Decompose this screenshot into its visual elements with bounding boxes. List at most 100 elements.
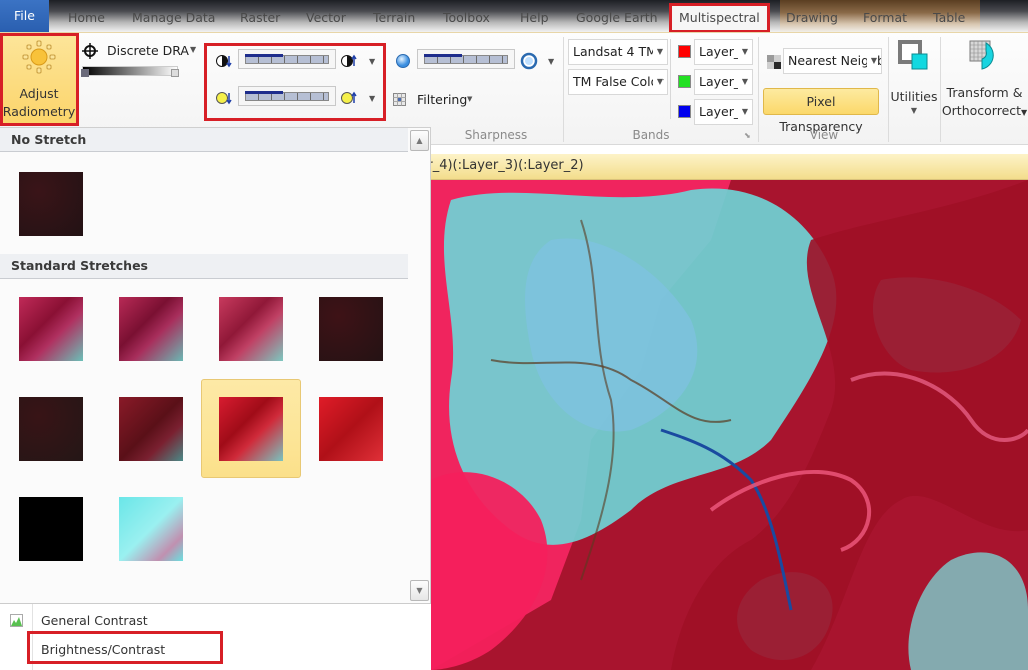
brightness-slider[interactable] (238, 86, 336, 106)
band-combination-dropdown[interactable]: TM False Color ▼ (568, 69, 668, 95)
sharpness-slider-fill (424, 54, 462, 57)
thumb-stretch-4[interactable] (319, 297, 383, 361)
contrast-options-arrow[interactable]: ▼ (369, 57, 375, 66)
blue-channel-swatch (678, 105, 691, 118)
gallery-scroll-down-button[interactable]: ▼ (410, 580, 429, 601)
filtering-button[interactable]: Filtering ▼ (393, 91, 503, 109)
thumb-stretch-7[interactable] (219, 397, 283, 461)
utilities-button[interactable]: Utilities ▼ (890, 35, 938, 125)
tab-help[interactable]: Help (520, 8, 549, 30)
viewer-layer-title: (:Layer_4)(:Layer_3)(:Layer_2) (431, 158, 584, 173)
tab-multispectral[interactable]: Multispectral (669, 3, 770, 33)
sun-icon (22, 40, 56, 74)
contrast-increase-icon[interactable] (341, 53, 357, 69)
tab-terrain[interactable]: Terrain (373, 8, 415, 30)
thumb-stretch-9[interactable] (19, 497, 83, 561)
group-divider (758, 37, 759, 142)
contrast-slider[interactable] (238, 49, 336, 69)
filtering-label: Filtering (417, 92, 468, 107)
chevron-down-icon: ▼ (866, 49, 877, 73)
tab-file[interactable]: File (0, 0, 49, 32)
group-divider (563, 37, 564, 142)
discrete-dra-button[interactable]: Discrete DRA ▼ (82, 42, 200, 62)
brightness-decrease-icon[interactable] (216, 90, 232, 106)
brightness-increase-icon[interactable] (341, 90, 357, 106)
utilities-label: Utilities (890, 89, 938, 104)
adjust-radiometry-label-1: Adjust (19, 86, 59, 101)
transform-grid-icon (969, 40, 994, 70)
contrast-decrease-icon[interactable] (216, 53, 232, 69)
utilities-icon (898, 40, 928, 70)
section-standard-stretches: Standard Stretches (0, 254, 408, 279)
green-layer-dropdown[interactable]: Layer_3 ▼ (694, 69, 753, 95)
transform-orthocorrect-button[interactable]: Transform & Orthocorrect▼ (941, 35, 1028, 125)
chevron-down-icon: ▼ (652, 70, 663, 94)
thumb-stretch-1[interactable] (19, 297, 83, 361)
pixel-transparency-button[interactable]: Pixel Transparency (763, 88, 879, 134)
red-channel-swatch (678, 45, 691, 58)
tab-format[interactable]: Format (863, 8, 907, 30)
brightness-options-arrow[interactable]: ▼ (369, 94, 375, 103)
tab-table[interactable]: Table (933, 8, 965, 30)
tab-raster[interactable]: Raster (240, 8, 280, 30)
tab-drawing[interactable]: Drawing (786, 8, 838, 30)
transform-label-2: Orthocorrect▼ (941, 103, 1028, 118)
thumb-stretch-10[interactable] (119, 497, 183, 561)
discrete-dra-label: Discrete DRA (107, 43, 189, 58)
resample-pixel-icon (767, 55, 781, 69)
chevron-down-icon: ▼ (190, 45, 197, 54)
sharpness-decrease-icon[interactable] (395, 53, 411, 69)
bands-dialog-launcher-icon[interactable]: ⬊ (744, 131, 751, 140)
chevron-down-icon: ▼ (467, 95, 473, 103)
resample-method-dropdown[interactable]: Nearest Neighbor ▼ (783, 48, 882, 74)
thumb-stretch-3[interactable] (219, 297, 283, 361)
adjust-radiometry-button[interactable]: Adjust Radiometry ▼ (1, 34, 77, 136)
red-layer-dropdown[interactable]: Layer_4 ▼ (694, 39, 753, 65)
radiometry-gallery-dropdown: No Stretch ▲ Standard Stretches ▼ Genera… (0, 127, 431, 670)
blue-layer-dropdown[interactable]: Layer_2 ▼ (694, 99, 753, 125)
satellite-image (431, 180, 1028, 670)
sensor-dropdown[interactable]: Landsat 4 TM ▼ (568, 39, 668, 65)
tab-toolbox[interactable]: Toolbox (443, 8, 490, 30)
viewer-title-bar: (:Layer_4)(:Layer_3)(:Layer_2) (431, 154, 1028, 180)
tab-manage-data[interactable]: Manage Data (132, 8, 215, 30)
view-group-label: View (809, 128, 839, 142)
chevron-down-icon: ▼ (737, 70, 748, 94)
dra-gradient-slider[interactable] (81, 66, 179, 77)
sharpness-group-label: Sharpness (464, 128, 528, 142)
dra-crosshair-icon (82, 43, 98, 59)
thumb-stretch-6[interactable] (119, 397, 183, 461)
chevron-down-icon: ▼ (652, 40, 663, 64)
thumb-stretch-2[interactable] (119, 297, 183, 361)
sharpness-increase-icon[interactable] (520, 52, 538, 70)
tab-home[interactable]: Home (68, 8, 105, 30)
menu-icon-gutter (32, 604, 33, 670)
false-color-image-view[interactable] (431, 180, 1028, 670)
filter-grid-icon (393, 93, 406, 106)
thumb-no-stretch[interactable] (19, 172, 83, 236)
sensor-value: Landsat 4 TM (573, 44, 657, 59)
dra-low-handle[interactable] (81, 69, 89, 77)
histogram-icon (10, 614, 23, 627)
tab-google-earth[interactable]: Google Earth (576, 8, 658, 30)
menu-brightness-contrast[interactable]: Brightness/Contrast (41, 642, 165, 657)
sharpness-options-arrow[interactable]: ▼ (548, 57, 554, 66)
transform-label-1: Transform & (946, 85, 1023, 100)
group-divider (888, 37, 889, 142)
ribbon-tab-bar: File Home Manage Data Raster Vector Terr… (0, 0, 1028, 33)
tab-vector[interactable]: Vector (306, 8, 346, 30)
band-combination-value: TM False Color (573, 74, 664, 89)
gallery-menu-footer: General Contrast Brightness/Contrast (0, 603, 431, 670)
menu-general-contrast[interactable]: General Contrast (41, 613, 148, 628)
gallery-scroll-up-button[interactable]: ▲ (410, 130, 429, 151)
dra-high-handle[interactable] (171, 69, 179, 77)
chevron-down-icon: ▼ (737, 100, 748, 124)
green-channel-swatch (678, 75, 691, 88)
thumb-stretch-5[interactable] (19, 397, 83, 461)
contrast-slider-fill (245, 54, 283, 57)
thumb-stretch-8[interactable] (319, 397, 383, 461)
brightness-slider-fill (245, 91, 283, 94)
chevron-down-icon: ▼ (737, 40, 748, 64)
sharpness-slider[interactable] (417, 49, 515, 69)
bands-group-label: Bands (632, 128, 670, 142)
